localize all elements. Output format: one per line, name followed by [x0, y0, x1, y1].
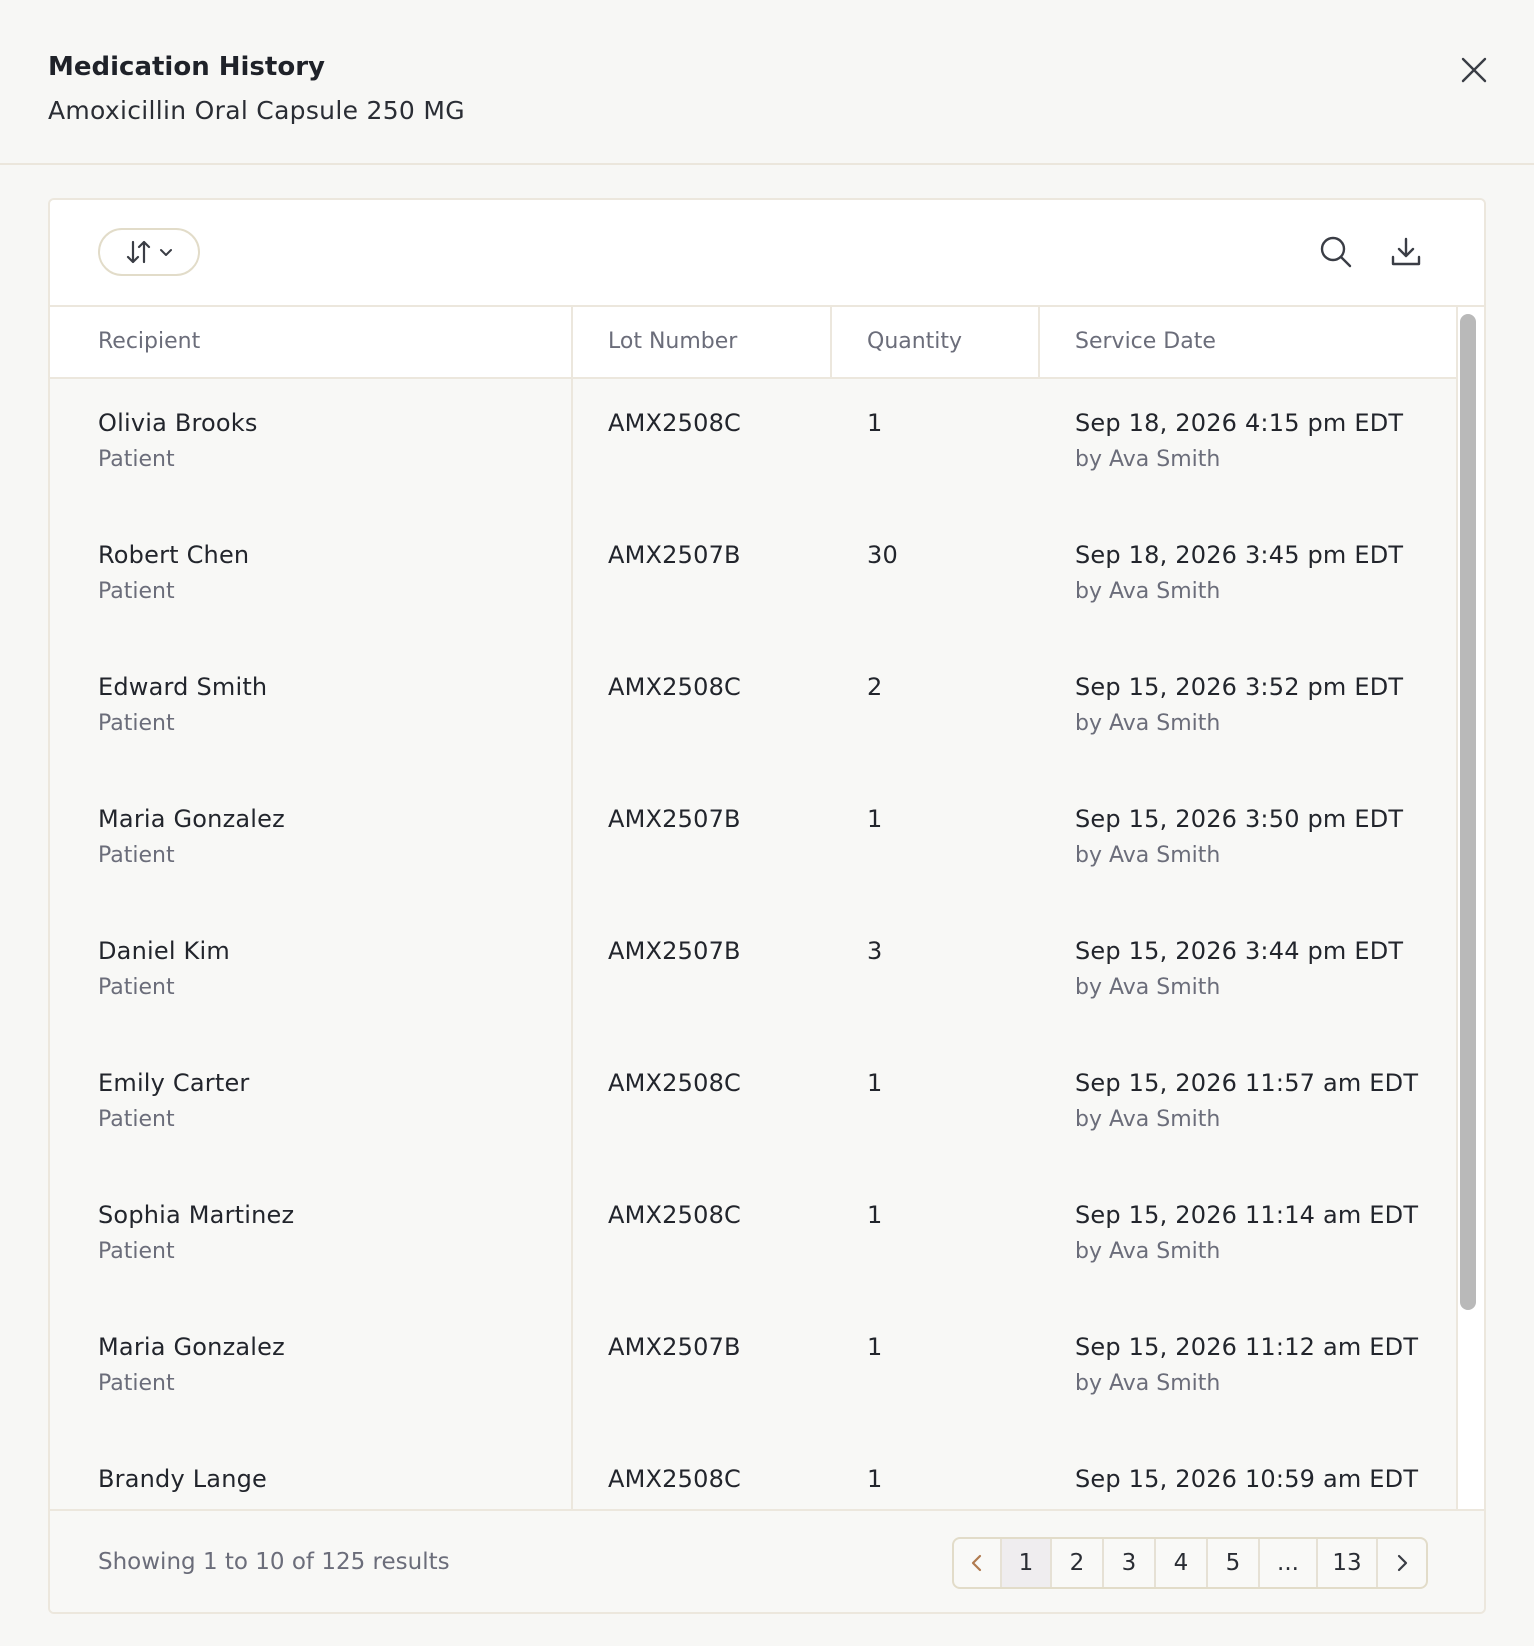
column-divider: [830, 307, 832, 379]
chevron-right-icon: [1397, 1554, 1408, 1572]
quantity: 2: [867, 673, 883, 701]
service-date: Sep 15, 2026 3:52 pm EDT: [1075, 673, 1404, 701]
recipient-role: Patient: [98, 1239, 175, 1264]
service-by: by Ava Smith: [1075, 975, 1221, 1000]
history-table-card: Recipient Lot Number Quantity Service Da…: [48, 198, 1486, 1614]
column-header-recipient[interactable]: Recipient: [98, 307, 200, 377]
lot-number: AMX2508C: [608, 673, 742, 701]
column-header-quantity[interactable]: Quantity: [867, 307, 962, 377]
service-by: by Ava Smith: [1075, 447, 1221, 472]
download-icon: [1391, 237, 1421, 266]
quantity: 1: [867, 805, 883, 833]
service-date: Sep 15, 2026 3:50 pm EDT: [1075, 805, 1404, 833]
column-header-service-date[interactable]: Service Date: [1075, 307, 1216, 377]
scrollbar-thumb[interactable]: [1460, 314, 1476, 1310]
chevron-left-icon: [971, 1554, 982, 1572]
table-row[interactable]: Brandy Lange AMX2508C 1 Sep 15, 2026 10:…: [50, 1435, 1456, 1509]
quantity: 3: [867, 937, 883, 965]
dialog-title: Medication History: [48, 52, 325, 82]
lot-number: AMX2507B: [608, 541, 741, 569]
service-date: Sep 15, 2026 3:44 pm EDT: [1075, 937, 1404, 965]
recipient-role: Patient: [98, 447, 175, 472]
page-ellipsis: ...: [1260, 1539, 1318, 1587]
next-page-button[interactable]: [1378, 1539, 1426, 1587]
prev-page-button[interactable]: [954, 1539, 1002, 1587]
table-toolbar: [50, 200, 1484, 307]
service-date: Sep 15, 2026 11:57 am EDT: [1075, 1069, 1419, 1097]
recipient-role: Patient: [98, 1371, 175, 1396]
quantity: 1: [867, 1069, 883, 1097]
service-date: Sep 18, 2026 4:15 pm EDT: [1075, 409, 1404, 437]
recipient-name: Daniel Kim: [98, 937, 230, 965]
page-button-1[interactable]: 1: [1002, 1539, 1052, 1587]
page-button-13[interactable]: 13: [1318, 1539, 1378, 1587]
lot-number: AMX2508C: [608, 409, 742, 437]
quantity: 1: [867, 1333, 883, 1361]
table-row[interactable]: Olivia Brooks Patient AMX2508C 1 Sep 18,…: [50, 379, 1456, 511]
recipient-name: Olivia Brooks: [98, 409, 258, 437]
service-by: by Ava Smith: [1075, 711, 1221, 736]
lot-number: AMX2507B: [608, 937, 741, 965]
table-row[interactable]: Maria Gonzalez Patient AMX2507B 1 Sep 15…: [50, 775, 1456, 907]
page-button-2[interactable]: 2: [1052, 1539, 1104, 1587]
table-footer: Showing 1 to 10 of 125 results 1 2 3 4 5…: [50, 1509, 1484, 1612]
service-by: by Ava Smith: [1075, 1371, 1221, 1396]
service-by: by Ava Smith: [1075, 843, 1221, 868]
service-date: Sep 15, 2026 11:14 am EDT: [1075, 1201, 1419, 1229]
quantity: 1: [867, 1465, 883, 1493]
table-header: Recipient Lot Number Quantity Service Da…: [50, 307, 1456, 379]
page-button-3[interactable]: 3: [1104, 1539, 1156, 1587]
table-row[interactable]: Sophia Martinez Patient AMX2508C 1 Sep 1…: [50, 1171, 1456, 1303]
download-button[interactable]: [1388, 234, 1424, 270]
recipient-role: Patient: [98, 579, 175, 604]
page-button-4[interactable]: 4: [1156, 1539, 1208, 1587]
service-date: Sep 15, 2026 11:12 am EDT: [1075, 1333, 1419, 1361]
table-body: Olivia Brooks Patient AMX2508C 1 Sep 18,…: [50, 379, 1456, 1509]
table-row[interactable]: Edward Smith Patient AMX2508C 2 Sep 15, …: [50, 643, 1456, 775]
recipient-name: Maria Gonzalez: [98, 1333, 285, 1361]
table-row[interactable]: Maria Gonzalez Patient AMX2507B 1 Sep 15…: [50, 1303, 1456, 1435]
recipient-role: Patient: [98, 975, 175, 1000]
recipient-role: Patient: [98, 1107, 175, 1132]
recipient-name: Edward Smith: [98, 673, 268, 701]
pagination: 1 2 3 4 5 ... 13: [952, 1537, 1428, 1589]
chevron-down-icon: [160, 249, 172, 256]
recipient-name: Sophia Martinez: [98, 1201, 295, 1229]
column-header-lot-number[interactable]: Lot Number: [608, 307, 737, 377]
sort-icon: [126, 240, 151, 264]
close-button[interactable]: [1454, 50, 1494, 90]
lot-number: AMX2507B: [608, 805, 741, 833]
page-button-5[interactable]: 5: [1208, 1539, 1260, 1587]
table-row[interactable]: Robert Chen Patient AMX2507B 30 Sep 18, …: [50, 511, 1456, 643]
dialog-header: Medication History Amoxicillin Oral Caps…: [0, 0, 1534, 165]
search-button[interactable]: [1318, 234, 1354, 270]
service-date: Sep 15, 2026 10:59 am EDT: [1075, 1465, 1419, 1493]
sort-button[interactable]: [98, 228, 200, 276]
column-divider: [1038, 307, 1040, 379]
service-by: by Ava Smith: [1075, 579, 1221, 604]
lot-number: AMX2508C: [608, 1069, 742, 1097]
recipient-name: Brandy Lange: [98, 1465, 268, 1493]
lot-number: AMX2508C: [608, 1201, 742, 1229]
medication-name: Amoxicillin Oral Capsule 250 MG: [48, 96, 465, 125]
quantity: 1: [867, 1201, 883, 1229]
table-row[interactable]: Daniel Kim Patient AMX2507B 3 Sep 15, 20…: [50, 907, 1456, 1039]
search-icon: [1320, 236, 1352, 268]
service-by: by Ava Smith: [1075, 1107, 1221, 1132]
quantity: 30: [867, 541, 898, 569]
recipient-name: Emily Carter: [98, 1069, 250, 1097]
lot-number: AMX2507B: [608, 1333, 741, 1361]
recipient-name: Robert Chen: [98, 541, 250, 569]
lot-number: AMX2508C: [608, 1465, 742, 1493]
service-date: Sep 18, 2026 3:45 pm EDT: [1075, 541, 1404, 569]
close-icon: [1461, 57, 1487, 83]
service-by: by Ava Smith: [1075, 1239, 1221, 1264]
recipient-name: Maria Gonzalez: [98, 805, 285, 833]
quantity: 1: [867, 409, 883, 437]
results-summary: Showing 1 to 10 of 125 results: [98, 1549, 450, 1575]
table-row[interactable]: Emily Carter Patient AMX2508C 1 Sep 15, …: [50, 1039, 1456, 1171]
recipient-role: Patient: [98, 843, 175, 868]
recipient-role: Patient: [98, 711, 175, 736]
